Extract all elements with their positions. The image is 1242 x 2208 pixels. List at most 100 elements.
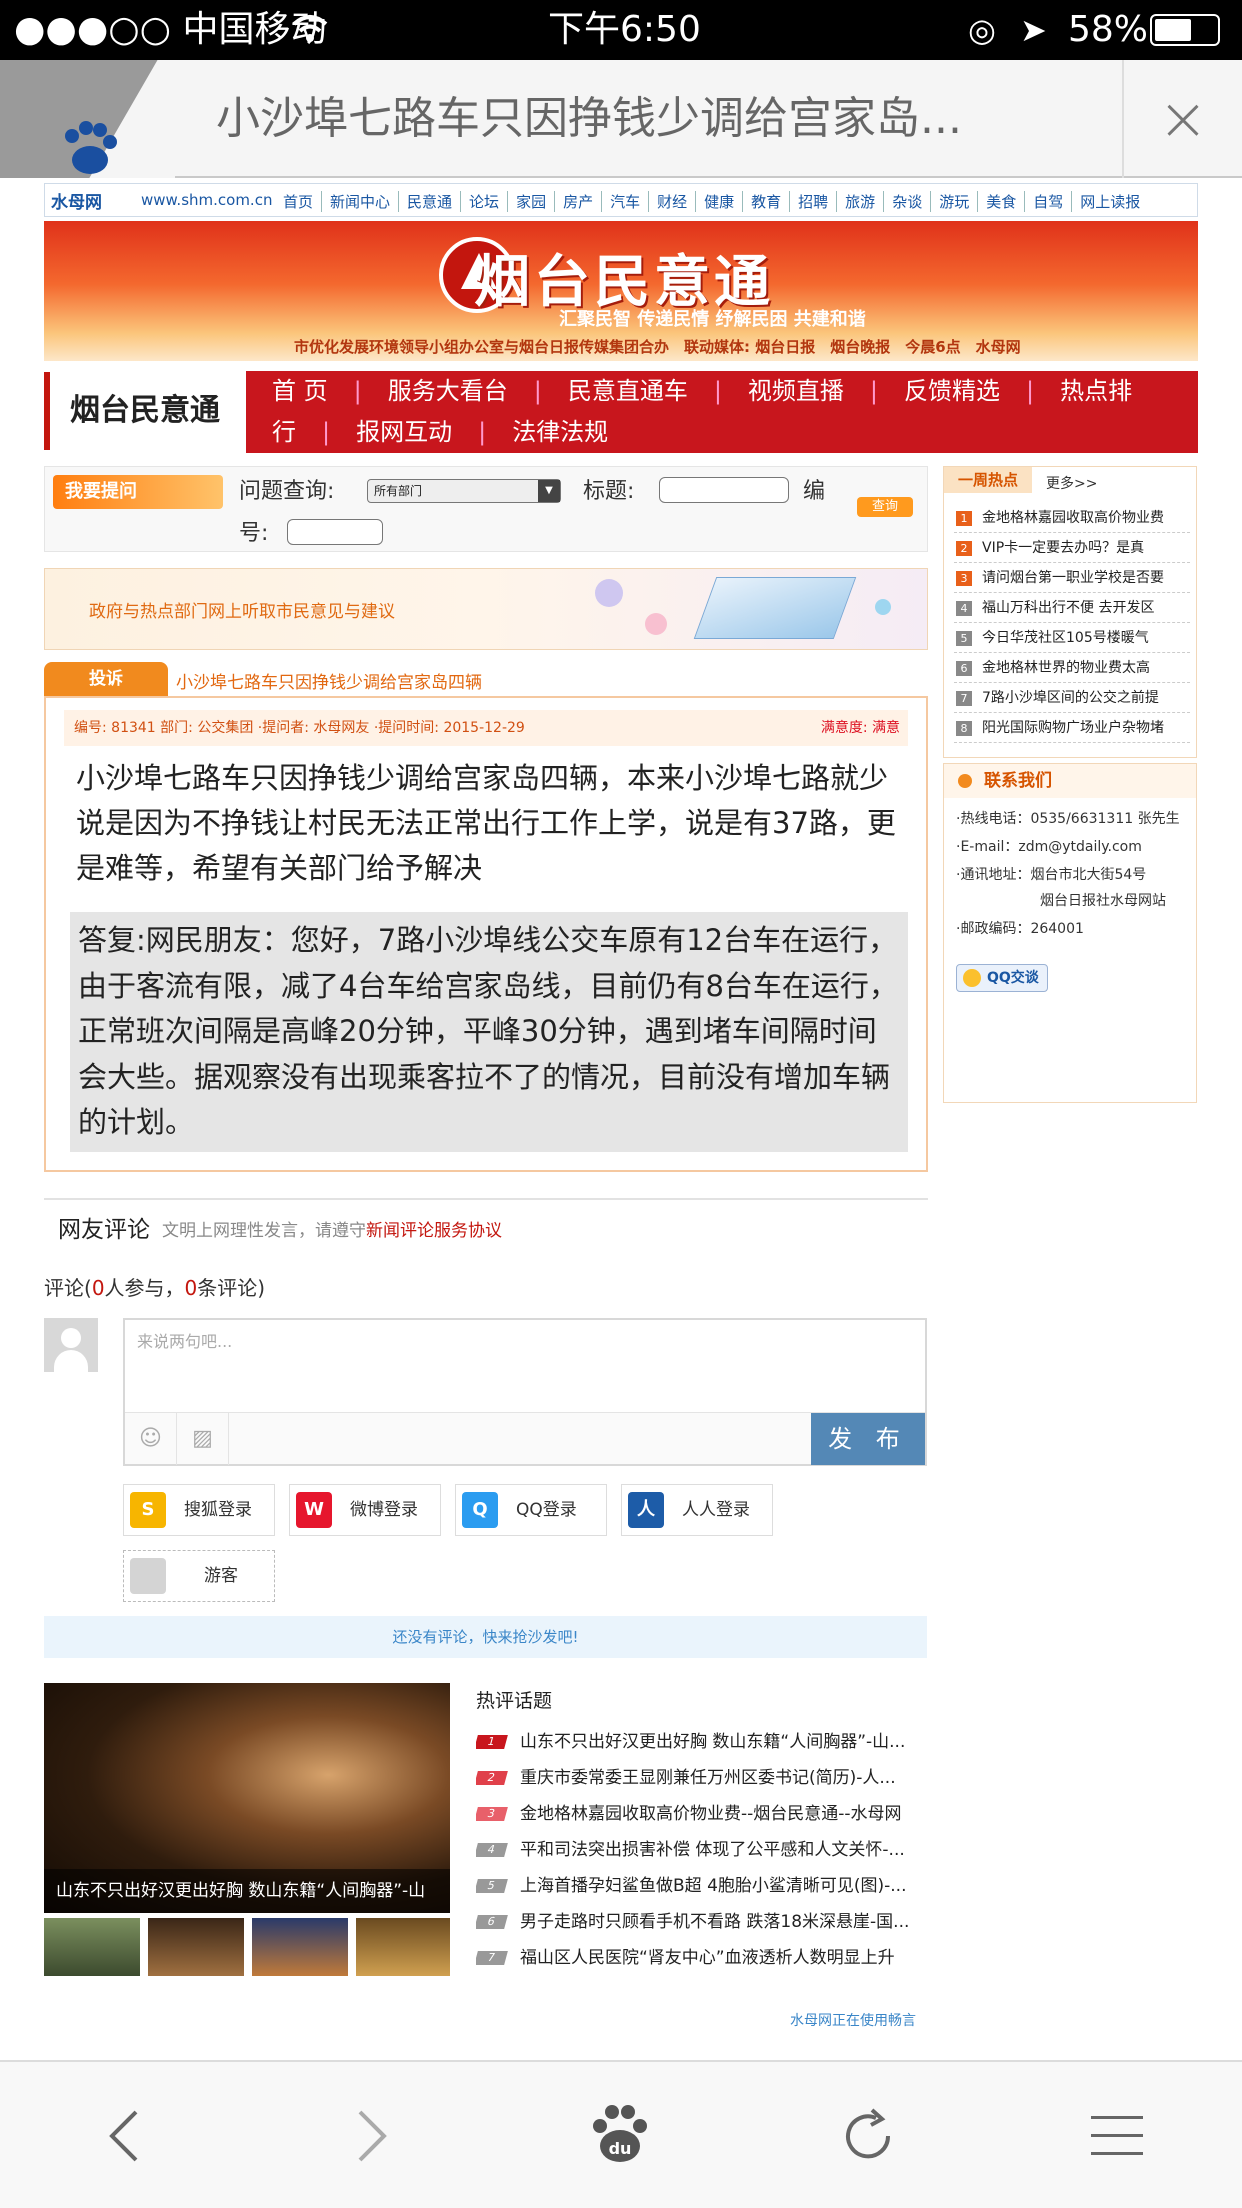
nav-link[interactable]: 民意通 <box>399 191 462 212</box>
hot-item[interactable]: 6 金地格林世界的物业费太高 <box>954 653 1190 683</box>
hot-topic-item[interactable]: 6 男子走路时只顾看手机不看路 跌落18米深悬崖-国... <box>476 1904 928 1940</box>
forward-icon[interactable] <box>248 2062 496 2208</box>
rank-badge: 3 <box>956 571 972 586</box>
contact-address: ·通讯地址：烟台市北大街54号 <box>956 867 1147 883</box>
complaint-answer: 答复:网民朋友：您好，7路小沙埠线公交车原有12台车在运行，由于客流有限，减了4… <box>70 912 908 1152</box>
thumbnail[interactable] <box>44 1918 140 1976</box>
guest-login-button[interactable]: 游客 <box>123 1550 275 1602</box>
section-tab[interactable]: 报网互动 <box>330 412 478 453</box>
thumbnail[interactable] <box>252 1918 348 1976</box>
nav-link[interactable]: 汽车 <box>602 191 650 212</box>
nav-link[interactable]: 首页 <box>275 191 323 212</box>
hot-item[interactable]: 8 阳光国际购物广场业户杂物堵 <box>954 713 1190 743</box>
section-tab[interactable]: 法律法规 <box>486 412 634 453</box>
comment-policy-link[interactable]: 新闻评论服务协议 <box>366 1221 502 1241</box>
hot-topic-item[interactable]: 4 平和司法突出损害补偿 体现了公平感和人文关怀-... <box>476 1832 928 1868</box>
contact-address-2: 烟台日报社水母网站 <box>1040 893 1166 909</box>
hot-topic-text: 金地格林嘉园收取高价物业费--烟台民意通--水母网 <box>520 1804 902 1824</box>
nav-link[interactable]: 网上读报 <box>1072 191 1148 212</box>
menu-icon[interactable] <box>992 2062 1242 2208</box>
more-link[interactable]: 更多>> <box>1046 473 1097 493</box>
hot-item[interactable]: 5 今日华茂社区105号楼暖气 <box>954 623 1190 653</box>
thumbnail[interactable] <box>356 1918 450 1976</box>
divider: | <box>322 418 331 446</box>
tab-thumbnail[interactable] <box>0 60 175 178</box>
chevron-down-icon: ▼ <box>538 480 560 502</box>
nav-link[interactable]: 自驾 <box>1025 191 1073 212</box>
ask-question-button[interactable]: 我要提问 <box>53 475 223 509</box>
ad-banner[interactable]: 政府与热点部门网上听取市民意见与建议 <box>44 568 928 650</box>
hot-item-text: 7路小沙埠区间的公交之前提 <box>982 690 1159 706</box>
comment-toolbar: ☺ ▨ 发 布 <box>125 1412 925 1465</box>
section-tab[interactable]: 首 页 <box>246 371 354 412</box>
nav-link[interactable]: 房产 <box>555 191 603 212</box>
site-nav-links: 首页 新闻中心 民意通 论坛 家园 房产 汽车 财经 健康 教育 招聘 旅游 杂… <box>275 191 1148 212</box>
carrier-label: ●●●○○ 中国移动 <box>14 9 327 50</box>
comments-note: 文明上网理性发言，请遵守新闻评论服务协议 <box>162 1216 502 1241</box>
number-label-cont: 号: <box>239 521 269 546</box>
hot-item-text: 福山万科出行不便 去开发区 <box>982 600 1155 616</box>
image-icon[interactable]: ▨ <box>177 1413 229 1465</box>
featured-photo[interactable]: 山东不只出好汉更出好胸 数山东籍“人间胸器”-山 <box>44 1683 450 1913</box>
count-mid: 人参与， <box>104 1276 185 1300</box>
nav-link[interactable]: 旅游 <box>837 191 885 212</box>
hot-topic-item[interactable]: 5 上海首播孕妇鲨鱼做B超 4胞胎小鲨清晰可见(图)-... <box>476 1868 928 1904</box>
hot-item[interactable]: 7 7路小沙埠区间的公交之前提 <box>954 683 1190 713</box>
nav-link[interactable]: 游玩 <box>931 191 979 212</box>
hot-item[interactable]: 3 请问烟台第一职业学校是否要 <box>954 563 1190 593</box>
qq-chat-button[interactable]: QQ交谈 <box>956 964 1048 992</box>
participants-count: 0 <box>91 1276 105 1300</box>
weibo-login-button[interactable]: W 微博登录 <box>289 1484 441 1536</box>
close-tab-button[interactable]: × <box>1122 60 1242 178</box>
hot-item[interactable]: 2 VIP卡一定要去办吗？是真 <box>954 533 1190 563</box>
changyan-footnote[interactable]: 水母网正在使用畅言 <box>790 2010 916 2030</box>
decor-bubble <box>875 599 891 615</box>
login-label: QQ登录 <box>516 1500 577 1520</box>
refresh-icon[interactable] <box>744 2062 992 2208</box>
search-button[interactable]: 查询 <box>857 497 913 517</box>
section-tab[interactable]: 反馈精选 <box>878 371 1026 412</box>
hot-topics-title: 热评话题 <box>476 1690 553 1712</box>
ask-question-label: 我要提问 <box>65 481 137 502</box>
nav-link[interactable]: 招聘 <box>790 191 838 212</box>
nav-link[interactable]: 健康 <box>696 191 744 212</box>
back-icon[interactable] <box>0 2062 248 2208</box>
thumbnail[interactable] <box>148 1918 244 1976</box>
number-input[interactable] <box>287 519 383 545</box>
comment-input[interactable]: 来说两句吧... <box>137 1328 232 1352</box>
nav-link[interactable]: 美食 <box>978 191 1026 212</box>
title-input[interactable] <box>659 477 789 503</box>
hot-topic-item[interactable]: 2 重庆市委常委王显刚兼任万州区委书记(简历)-人... <box>476 1760 928 1796</box>
hot-topic-item[interactable]: 1 山东不只出好汉更出好胸 数山东籍“人间胸器”-山... <box>476 1724 928 1760</box>
section-tab[interactable]: 民意直通车 <box>542 371 714 412</box>
comment-editor[interactable]: 来说两句吧... ☺ ▨ 发 布 <box>123 1318 927 1466</box>
query-box: 我要提问 问题查询: 所有部门 ▼ 标题: 编 号: 查询 <box>44 466 928 552</box>
clock: 下午6:50 <box>548 9 701 50</box>
section-tab[interactable]: 视频直播 <box>722 371 870 412</box>
nav-link[interactable]: 新闻中心 <box>322 191 400 212</box>
nav-link[interactable]: 财经 <box>649 191 697 212</box>
site-logo[interactable]: 水母网 <box>51 188 102 213</box>
nav-link[interactable]: 教育 <box>743 191 791 212</box>
complaint-tab: 投诉 <box>44 662 168 696</box>
hot-item[interactable]: 4 福山万科出行不便 去开发区 <box>954 593 1190 623</box>
weekly-hot-tab[interactable]: 一周热点 <box>944 467 1032 493</box>
department-select[interactable]: 所有部门 ▼ <box>367 479 561 503</box>
issue-query-label: 问题查询: <box>239 479 335 504</box>
publish-button[interactable]: 发 布 <box>811 1413 925 1465</box>
nav-link[interactable]: 杂谈 <box>884 191 932 212</box>
hot-item[interactable]: 1 金地格林嘉园收取高价物业费 <box>954 503 1190 533</box>
section-tab[interactable]: 服务大看台 <box>362 371 534 412</box>
hot-topic-item[interactable]: 3 金地格林嘉园收取高价物业费--烟台民意通--水母网 <box>476 1796 928 1832</box>
comments-title: 网友评论 <box>58 1217 150 1243</box>
sohu-login-button[interactable]: S 搜狐登录 <box>123 1484 275 1536</box>
nav-link[interactable]: 家园 <box>508 191 556 212</box>
renren-login-button[interactable]: 人人人登录 <box>621 1484 773 1536</box>
nav-link[interactable]: 论坛 <box>461 191 509 212</box>
emoji-icon[interactable]: ☺ <box>125 1413 177 1465</box>
baidu-paw-icon[interactable]: du <box>496 2062 744 2208</box>
section-tab[interactable]: 行 <box>246 412 322 453</box>
section-tab[interactable]: 热点排 <box>1034 371 1158 412</box>
qq-login-button[interactable]: Q QQ登录 <box>455 1484 607 1536</box>
hot-topic-item[interactable]: 7 福山区人民医院“肾友中心”血液透析人数明显上升 <box>476 1940 928 1976</box>
